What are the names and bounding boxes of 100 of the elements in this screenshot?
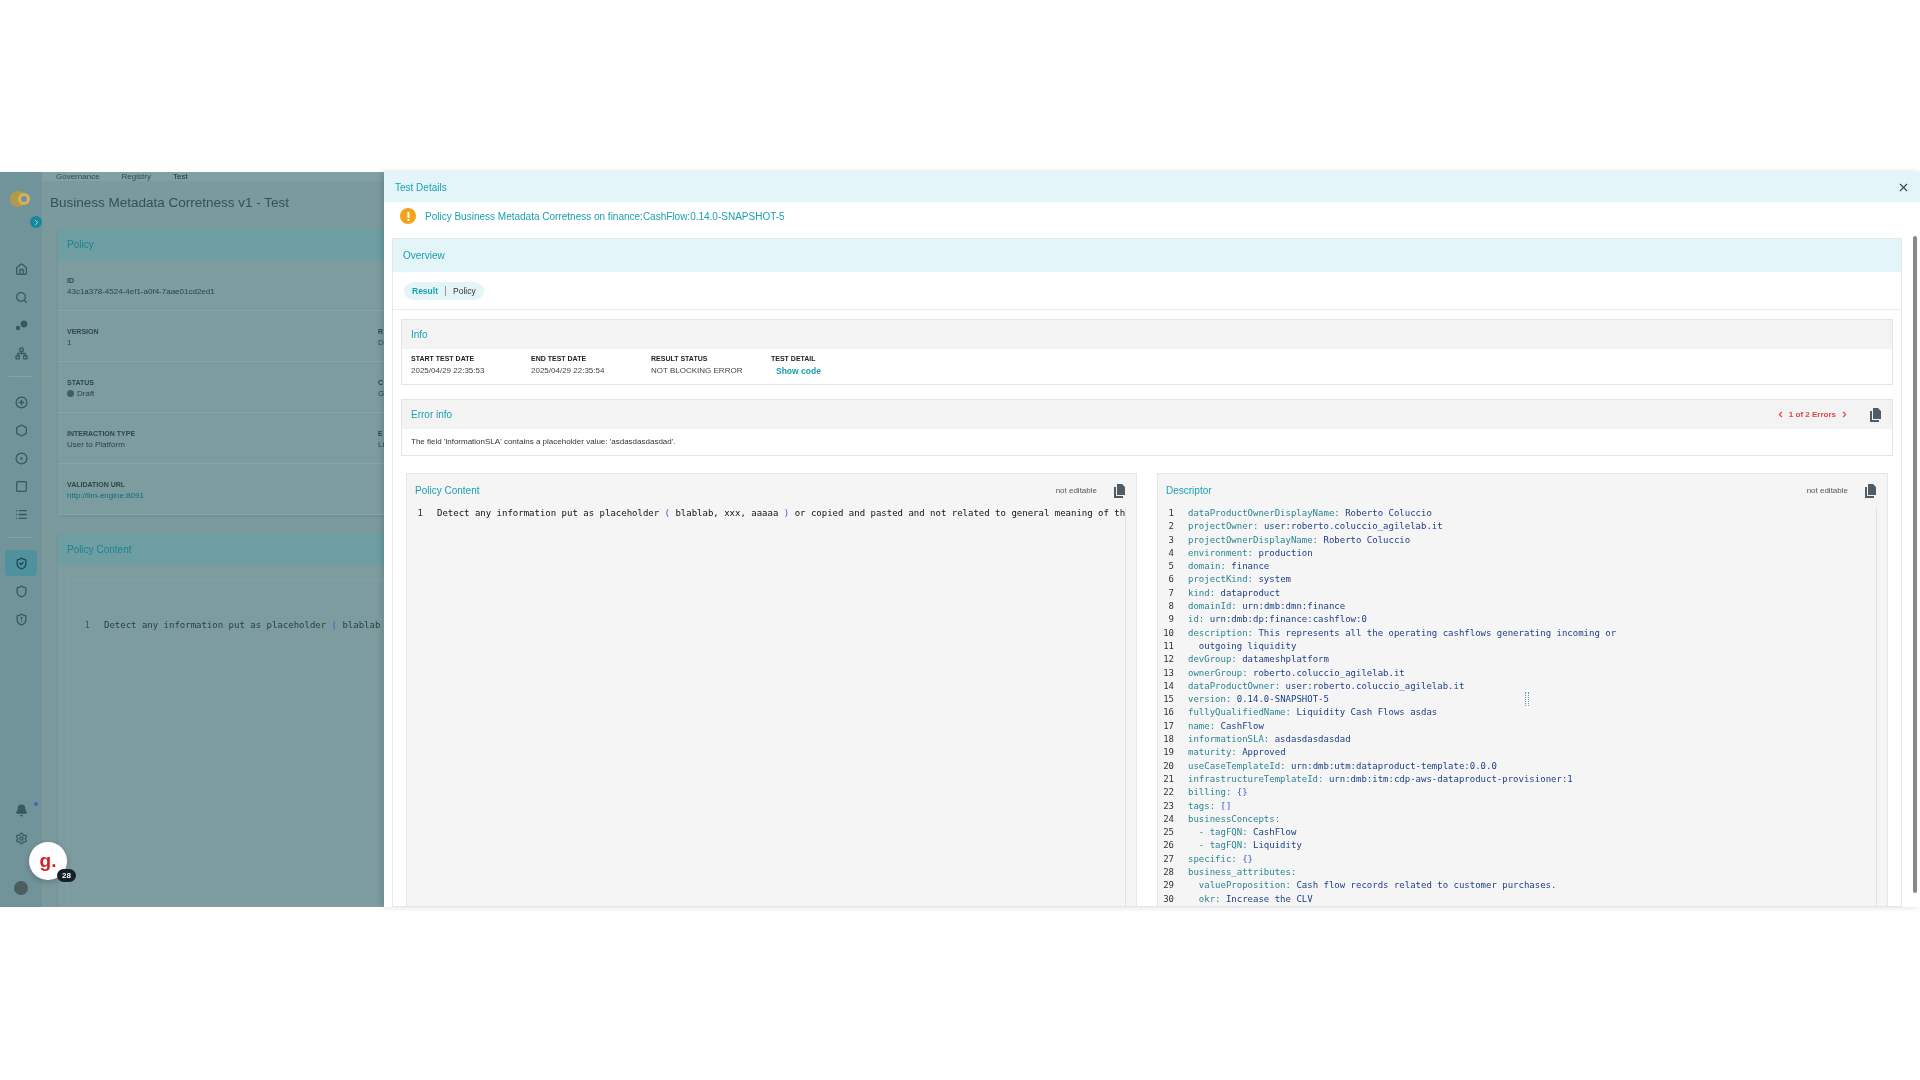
info-value: 2025/04/29 22:35:54 [531, 366, 606, 375]
code-line: ownerGroup: roberto.coluccio_agilelab.it [1188, 666, 1405, 680]
expand-button[interactable] [30, 216, 42, 228]
status-value: Draft [67, 389, 95, 398]
code-line: - tagFQN: Liquidity [1197, 839, 1302, 853]
gear-icon [14, 831, 28, 845]
code-line: Detect any information put as placeholder ( blablab [104, 620, 381, 630]
code-line: dataProductOwner: user:roberto.coluccio_agilelab.it [1188, 679, 1465, 693]
line-number: 23 [1162, 799, 1175, 813]
line-number: 7 [1167, 586, 1175, 600]
line-number: 4 [1167, 546, 1175, 560]
code-line: outgoing liquidity [1197, 639, 1297, 653]
warning-icon [400, 208, 416, 224]
logo-icon[interactable] [10, 190, 32, 208]
code-line: useCaseTemplateId: urn:dmb:utm:dataproduct-template:0.0.0 [1188, 759, 1497, 773]
search-icon [14, 290, 28, 304]
page-title: Business Metadata Corretness v1 - Test [50, 195, 291, 210]
line-number: 27 [1162, 852, 1175, 866]
line-number: 3 [1167, 533, 1175, 547]
network-icon [14, 346, 28, 360]
tab[interactable]: Policy [453, 286, 476, 296]
code-line: okr: Increase the CLV [1197, 892, 1313, 906]
square-icon [14, 479, 28, 493]
code-line: domainId: urn:dmb:dmn:finance [1188, 600, 1346, 614]
error-pager: 1 of 2 Errors [1788, 410, 1836, 419]
info-value: 2025/04/29 22:35:53 [411, 366, 486, 375]
code-line: projectKind: system [1188, 573, 1291, 587]
copy-icon[interactable] [1864, 483, 1877, 498]
panel-title: Descriptor [1166, 485, 1212, 496]
field-value: User to Platform [67, 440, 126, 449]
breadcrumb[interactable]: Governance [52, 172, 114, 181]
line-number: 13 [1162, 666, 1175, 680]
shield-alert-icon [14, 612, 28, 626]
code-line: dataProductOwnerDisplayName: Roberto Coluccio [1188, 507, 1432, 520]
section-title: Info [411, 329, 428, 340]
avatar[interactable] [14, 881, 28, 895]
tab[interactable]: Result [412, 286, 438, 296]
line-number: 1 [416, 507, 424, 520]
drawer-title: Test Details [395, 181, 447, 193]
list-icon [14, 507, 28, 521]
code-line: kind: dataproduct [1188, 586, 1281, 600]
field-value: 43c1a378-4524-4ef1-a0f4-7aae01cd2ed1 [67, 287, 215, 296]
breadcrumb[interactable]: Test [168, 172, 202, 181]
code-line: billing: {} [1188, 786, 1248, 800]
code-line: domain: finance [1188, 560, 1270, 574]
plus-circle-icon [14, 395, 28, 409]
line-number: 29 [1162, 879, 1175, 893]
line-number: 9 [1167, 613, 1175, 627]
line-number: 1 [83, 620, 91, 630]
code-line: infrastructureTemplateId: urn:dmb:itm:cdp-aws-dataproduct-provisioner:1 [1188, 772, 1573, 786]
card-title: Policy [58, 228, 384, 260]
error-message: The field 'informationSLA' contains a placeholder value: 'asdasdasdasdad'. [410, 436, 677, 448]
code-line: Detect any information put as placeholder ( blablab, xxx, aaaaa ) or copied and pasted and not related to general meaning of th [437, 507, 1125, 520]
code-line: version: 0.14.0-SNAPSHOT-5 [1188, 693, 1329, 707]
not-editable-label: not editable [1806, 486, 1848, 495]
code-line: name: CashFlow [1188, 719, 1264, 733]
url-link[interactable]: http://llm-engine:8091 [67, 491, 144, 500]
dots-icon [14, 319, 28, 331]
line-number: 22 [1162, 786, 1175, 800]
code-line: business_attributes: [1188, 866, 1297, 879]
line-number: 14 [1162, 679, 1175, 693]
line-number: 17 [1162, 719, 1175, 733]
line-number: 26 [1162, 839, 1175, 853]
code-line: environment: production [1188, 546, 1313, 560]
line-number: 6 [1167, 573, 1175, 587]
not-editable-label: not editable [1055, 486, 1097, 495]
sidebar-item[interactable] [5, 550, 37, 576]
line-number: 5 [1167, 560, 1175, 574]
code-line: id: urn:dmb:dp:finance:cashflow:0 [1188, 613, 1367, 627]
card-title: Policy Content [58, 533, 384, 565]
copy-icon[interactable] [1869, 407, 1882, 422]
breadcrumb[interactable]: Registry [117, 172, 165, 181]
copy-icon[interactable] [1113, 483, 1126, 498]
overview-title: Overview [393, 239, 1901, 272]
line-number: 12 [1162, 653, 1175, 667]
panel-title: Policy Content [415, 485, 480, 496]
line-number: 28 [1162, 866, 1175, 879]
field-value: D [378, 338, 384, 347]
resize-handle[interactable] [1525, 692, 1529, 706]
notification-dot [34, 802, 38, 806]
circle-dot-icon [14, 451, 28, 465]
alert-text: Policy Business Metadata Corretness on finance:CashFlow:0.14.0-SNAPSHOT-5 [425, 210, 785, 222]
line-number: 25 [1162, 826, 1175, 840]
show-code-link[interactable]: Show code [776, 366, 891, 376]
shield-check-icon [14, 556, 28, 570]
code-line: projectOwner: user:roberto.coluccio_agilelab.it [1188, 520, 1443, 534]
code-line: fullyQualifiedName: Liquidity Cash Flows asdas [1188, 706, 1438, 720]
next-icon[interactable] [1840, 410, 1849, 419]
line-number: 16 [1162, 706, 1175, 720]
code-line: businessConcepts: [1188, 812, 1281, 826]
code-line: tags: [] [1188, 799, 1232, 813]
line-number: 19 [1162, 746, 1175, 760]
code-line: devGroup: datameshplatform [1188, 653, 1329, 667]
line-number: 20 [1162, 759, 1175, 773]
code-line: projectOwnerDisplayName: Roberto Coluccio [1188, 533, 1411, 547]
code-line: valueProposition: Cash flow records related to customer purchases. [1197, 879, 1557, 893]
line-number: 8 [1167, 600, 1175, 614]
line-number: 2 [1167, 520, 1175, 534]
home-icon [14, 262, 28, 276]
hexagon-icon [14, 423, 28, 437]
